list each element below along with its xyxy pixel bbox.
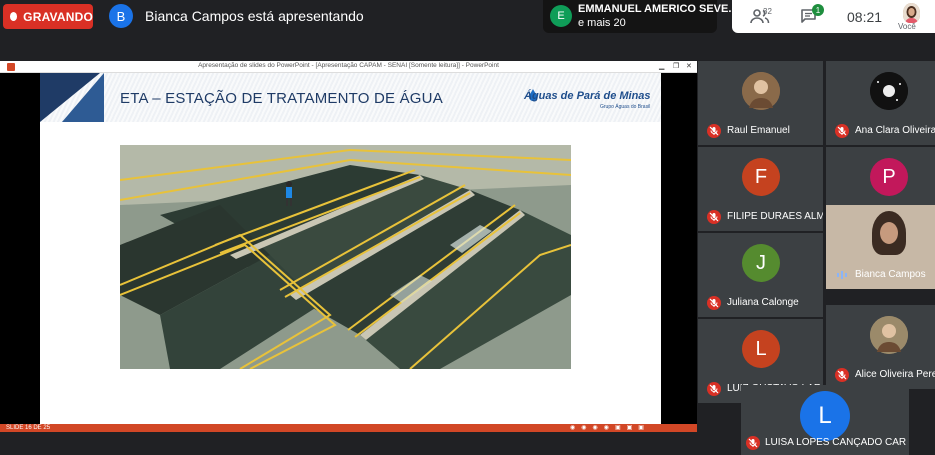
mic-off-icon	[835, 124, 849, 138]
slide-header: ETA – ESTAÇÃO DE TRATAMENTO DE ÁGUA Água…	[40, 73, 661, 122]
recording-badge[interactable]: GRAVANDO	[3, 4, 93, 29]
self-label: Você	[898, 22, 916, 31]
participant-avatar: F	[742, 158, 780, 196]
chat-count-badge: 1	[812, 4, 824, 16]
participant-tile[interactable]: L LUISA LOPES CANÇADO CAR...	[741, 385, 909, 455]
ppt-window-title: Apresentação de slides do PowerPoint - […	[198, 62, 499, 69]
ppt-titlebar: Apresentação de slides do PowerPoint - […	[0, 61, 697, 73]
ppt-statusbar: SLIDE 16 DE 25 ◉◉◉◉▣▣▣	[0, 424, 697, 432]
participant-name: LUISA LOPES CANÇADO CAR...	[765, 437, 907, 448]
brand-logo-text: Águas de Pará de Minas	[524, 90, 651, 102]
slide-title: ETA – ESTAÇÃO DE TRATAMENTO DE ÁGUA	[120, 90, 443, 107]
participant-name: Juliana Calonge	[727, 297, 799, 308]
self-avatar[interactable]	[903, 3, 920, 23]
mic-off-icon	[746, 436, 760, 450]
record-dot-icon	[10, 12, 18, 21]
presentation-window: Apresentação de slides do PowerPoint - […	[0, 61, 697, 432]
restore-icon[interactable]: ❐	[673, 62, 679, 70]
participant-avatar	[870, 72, 908, 110]
presenter-status: Bianca Campos está apresentando	[145, 8, 364, 24]
presenter-avatar: B	[109, 4, 133, 28]
mic-off-icon	[835, 368, 849, 382]
participant-avatar	[872, 211, 906, 255]
mic-off-icon	[707, 124, 721, 138]
participant-tile[interactable]: Bianca Campos	[826, 205, 935, 289]
participant-name: Bianca Campos	[855, 269, 926, 280]
participant-avatar	[742, 72, 780, 110]
minimize-icon[interactable]: ▁	[659, 62, 664, 70]
slide-number: SLIDE 16 DE 25	[6, 425, 51, 431]
brand-subtitle: Grupo Águas do Brasil	[600, 104, 651, 110]
active-speaker-name: EMMANUEL AMERICO SEVE...	[578, 3, 738, 15]
participant-tile[interactable]: Raul Emanuel	[698, 61, 823, 145]
participant-avatar: L	[742, 330, 780, 368]
participant-avatar: P	[870, 158, 908, 196]
participant-avatar: J	[742, 244, 780, 282]
participant-name: FILIPE DURAES ALM...	[727, 211, 823, 222]
slide: ETA – ESTAÇÃO DE TRATAMENTO DE ÁGUA Água…	[40, 73, 661, 424]
participant-name: Raul Emanuel	[727, 125, 790, 136]
active-speaker-avatar: E	[550, 5, 572, 27]
mic-off-icon	[707, 296, 721, 310]
participant-avatar: L	[800, 391, 850, 441]
mic-off-icon	[707, 210, 721, 224]
participant-avatar	[870, 316, 908, 354]
participant-name: Alice Oliveira Perei...	[855, 369, 935, 380]
mic-off-icon	[707, 382, 721, 396]
participant-tile[interactable]: F FILIPE DURAES ALM...	[698, 147, 823, 231]
participant-count: 32	[763, 7, 772, 16]
participant-tile[interactable]: Alice Oliveira Perei...	[826, 305, 935, 389]
water-treatment-photo	[120, 145, 571, 369]
speaking-icon	[835, 268, 849, 282]
clock: 08:21	[847, 9, 883, 25]
meet-screen: GRAVANDO B Bianca Campos está apresentan…	[0, 0, 935, 455]
participant-tile[interactable]: Ana Clara Oliveira ...	[826, 61, 935, 145]
view-controls-icon[interactable]: ◉◉◉◉▣▣▣	[570, 424, 650, 432]
header-decoration	[62, 73, 104, 122]
participant-name: Ana Clara Oliveira ...	[855, 125, 935, 136]
participant-tile[interactable]: J Juliana Calonge	[698, 233, 823, 317]
recording-label: GRAVANDO	[23, 9, 93, 24]
close-icon[interactable]: ✕	[686, 62, 692, 70]
active-speaker-more: e mais 20	[578, 17, 626, 29]
slide-area: ETA – ESTAÇÃO DE TRATAMENTO DE ÁGUA Água…	[0, 73, 697, 424]
